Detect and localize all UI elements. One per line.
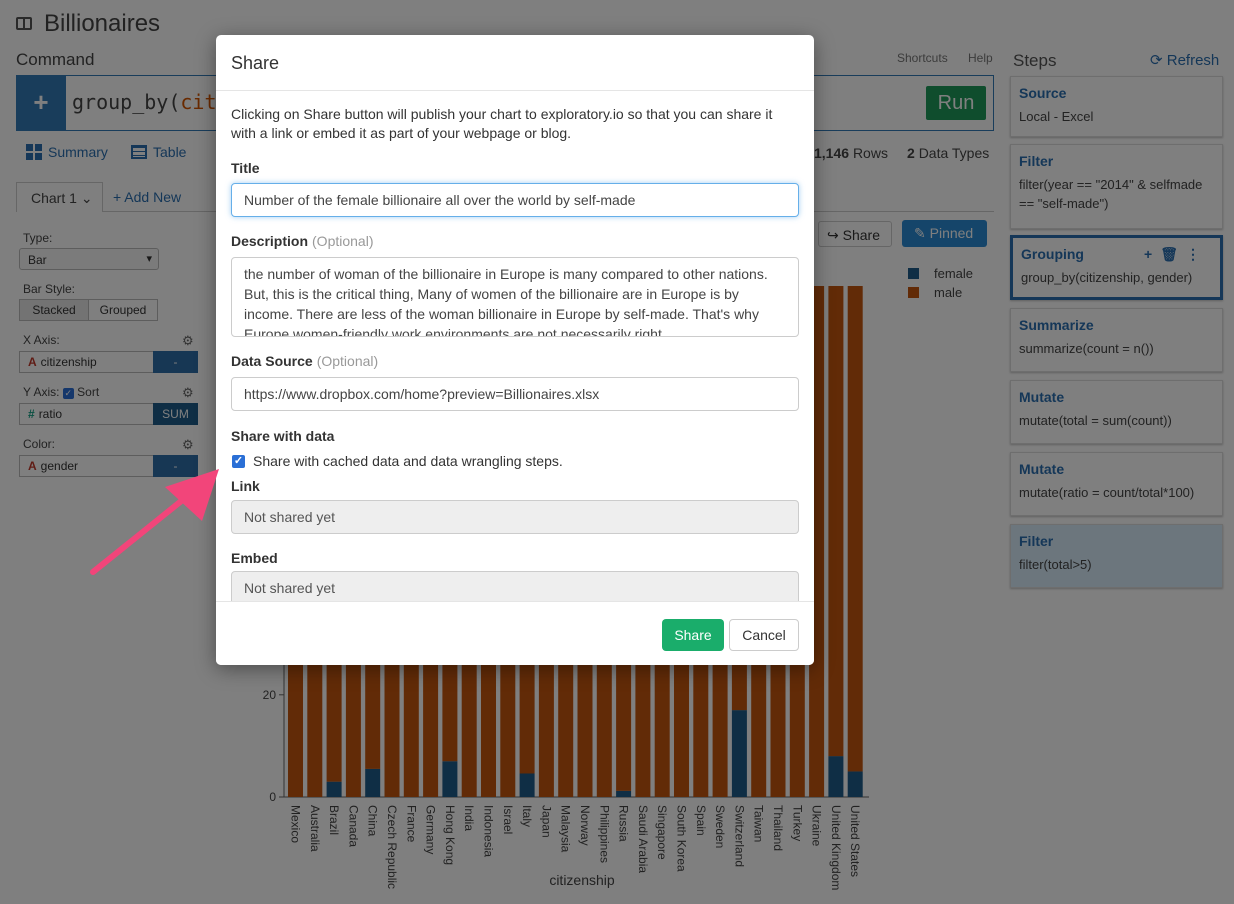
share-with-data-label: Share with data <box>231 428 335 444</box>
embed-field[interactable]: Not shared yet <box>231 571 799 601</box>
dialog-header: Share <box>216 35 814 91</box>
optional-hint: (Optional) <box>316 353 379 369</box>
link-label: Link <box>231 478 260 494</box>
dialog-intro: Clicking on Share button will publish yo… <box>231 106 773 141</box>
data-source-input[interactable]: https://www.dropbox.com/home?preview=Bil… <box>231 377 799 411</box>
description-label: Description (Optional) <box>231 233 373 249</box>
data-source-label-text: Data Source <box>231 353 313 369</box>
share-with-data-text: Share with cached data and data wranglin… <box>253 453 563 469</box>
cancel-button[interactable]: Cancel <box>729 619 799 651</box>
dialog-footer: Share Cancel <box>216 601 814 665</box>
share-button[interactable]: Share <box>662 619 724 651</box>
title-label: Title <box>231 160 260 176</box>
link-field[interactable]: Not shared yet <box>231 500 799 534</box>
annotation-arrow <box>90 469 219 575</box>
dialog-title: Share <box>231 53 280 73</box>
embed-label: Embed <box>231 550 278 566</box>
title-input[interactable]: Number of the female billionaire all ove… <box>231 183 799 217</box>
share-with-data-option[interactable]: ✓ Share with cached data and data wrangl… <box>232 453 563 469</box>
description-textarea[interactable]: the number of woman of the billionaire i… <box>231 257 799 337</box>
share-dialog: Share Clicking on Share button will publ… <box>216 35 814 665</box>
optional-hint: (Optional) <box>312 233 374 249</box>
description-label-text: Description <box>231 233 309 249</box>
dialog-body[interactable]: Clicking on Share button will publish yo… <box>216 91 814 601</box>
data-source-label: Data Source (Optional) <box>231 353 378 369</box>
